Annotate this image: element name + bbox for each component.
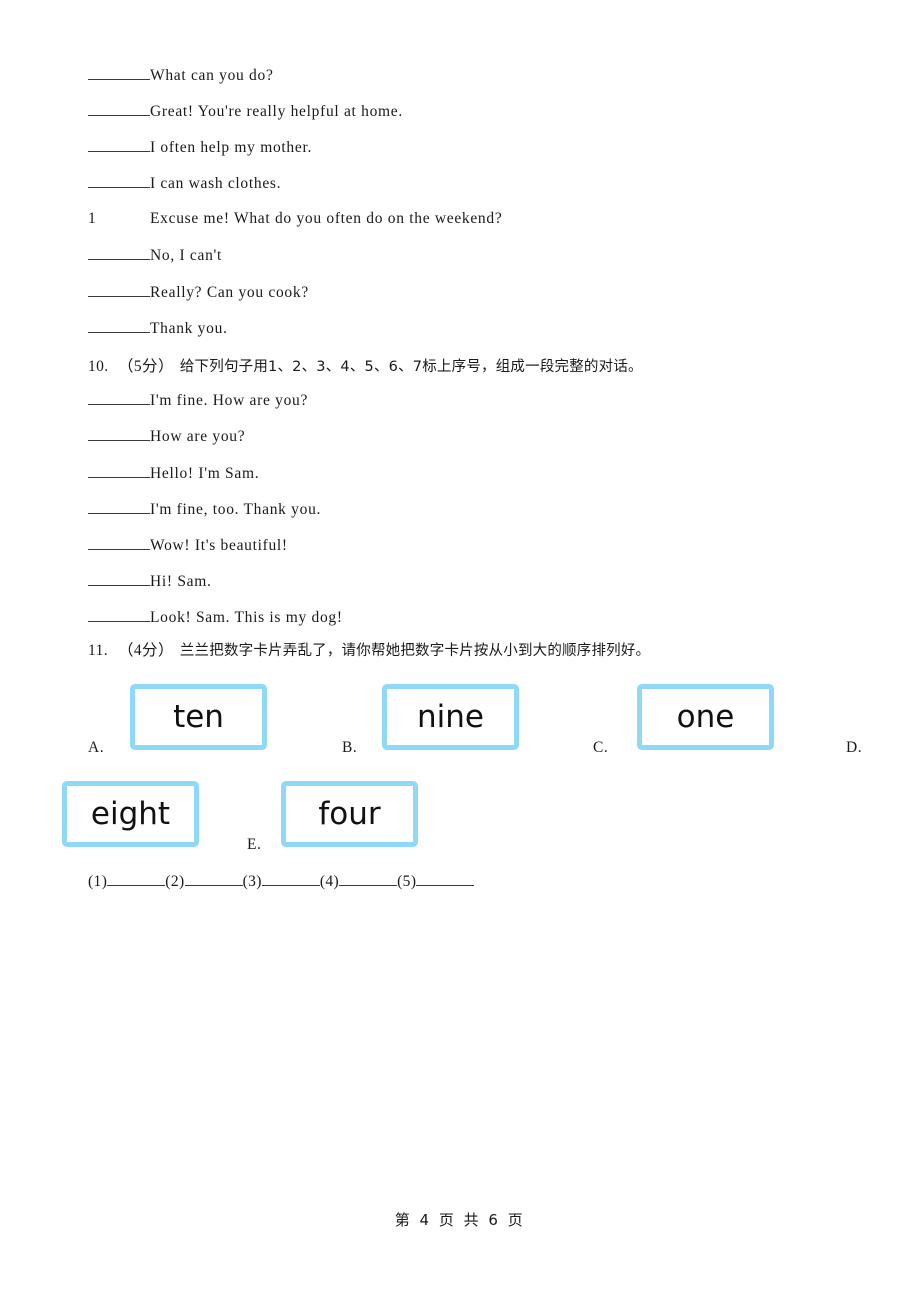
dialogue-text: Wow! It's beautiful! (150, 537, 288, 554)
answer-slot-blank[interactable] (107, 872, 166, 886)
question-score: （4分） (118, 642, 174, 659)
dialogue-line: Great! You're really helpful at home. (88, 102, 403, 121)
answer-slot-label: (2) (165, 873, 185, 890)
answer-slot-blank[interactable] (416, 872, 475, 886)
answer-blank[interactable] (88, 608, 150, 622)
option-letter: D. (846, 739, 863, 756)
answer-slot-blank[interactable] (261, 872, 320, 886)
option-letter: C. (593, 739, 609, 756)
dialogue-text: Really? Can you cook? (150, 284, 309, 301)
dialogue-line: I often help my mother. (88, 138, 312, 157)
dialogue-line: I'm fine, too. Thank you. (88, 500, 321, 519)
number-card-word: one (676, 698, 735, 735)
question-prompt: 给下列句子用1、2、3、4、5、6、7标上序号，组成一段完整的对话。 (179, 359, 643, 375)
dialogue-line: Wow! It's beautiful! (88, 536, 288, 555)
dialogue-text: I can wash clothes. (150, 175, 282, 192)
option-label-e: E. (247, 837, 261, 853)
option-letter: A. (88, 739, 105, 756)
dialogue-text: I'm fine, too. Thank you. (150, 501, 322, 518)
number-card-ten[interactable]: ten (130, 684, 267, 750)
dialogue-line: What can you do? (88, 66, 274, 85)
page-footer: 第 4 页 共 6 页 (394, 1211, 526, 1229)
question-prompt: 兰兰把数字卡片弄乱了，请你帮她把数字卡片按从小到大的顺序排列好。 (179, 643, 651, 659)
answer-blank[interactable] (88, 102, 150, 116)
answer-blank[interactable] (88, 138, 150, 152)
number-card-nine[interactable]: nine (382, 684, 519, 750)
number-card-word: eight (90, 795, 171, 832)
dialogue-line: Hi! Sam. (88, 572, 212, 591)
dialogue-text: I often help my mother. (150, 139, 313, 156)
dialogue-line: I can wash clothes. (88, 174, 281, 193)
answer-blank[interactable] (88, 572, 150, 586)
dialogue-text: Hi! Sam. (150, 573, 212, 590)
dialogue-line: Hello! I'm Sam. (88, 464, 259, 483)
dialogue-text: Thank you. (150, 320, 228, 337)
dialogue-line: Thank you. (88, 319, 228, 338)
question-10-header: 10. （5分） 给下列句子用1、2、3、4、5、6、7标上序号，组成一段完整的对话… (88, 357, 643, 377)
option-label-a: A. (88, 740, 104, 756)
exam-page: What can you do? Great! You're really he… (0, 0, 920, 1302)
answer-slot-label: (5) (397, 873, 417, 890)
question-number: 11. (88, 642, 108, 659)
dialogue-line: How are you? (88, 427, 245, 446)
dialogue-text: Look! Sam. This is my dog! (150, 609, 343, 626)
answer-slot-label: (1) (88, 873, 108, 890)
answer-slot-label: (4) (319, 873, 340, 890)
dialogue-text: No, I can't (150, 247, 223, 264)
answer-blank[interactable] (88, 500, 150, 514)
question-11-header: 11. （4分） 兰兰把数字卡片弄乱了，请你帮她把数字卡片按从小到大的顺序排列好。 (88, 641, 650, 661)
answer-slot-blank[interactable] (184, 872, 243, 886)
dialogue-line: No, I can't (88, 246, 222, 265)
number-card-word: ten (173, 698, 224, 735)
answer-blank[interactable] (88, 319, 150, 333)
option-letter: B. (342, 739, 358, 756)
option-label-c: C. (593, 740, 608, 756)
dialogue-line: Look! Sam. This is my dog! (88, 608, 343, 627)
answer-slot-label: (3) (242, 873, 262, 890)
number-card-word: four (318, 795, 381, 832)
answer-blank[interactable] (88, 283, 150, 297)
dialogue-text: Hello! I'm Sam. (150, 465, 260, 482)
answer-blank[interactable] (88, 391, 150, 405)
number-card-eight[interactable]: eight (62, 781, 199, 847)
answer-blank[interactable] (88, 464, 150, 478)
dialogue-text: What can you do? (150, 67, 274, 84)
dialogue-text: I'm fine. How are you? (150, 392, 309, 409)
ordering-answer-row: (1) (2) (3) (4) (5) (88, 872, 475, 891)
answer-blank[interactable] (88, 174, 150, 188)
question-number: 10. (88, 358, 109, 375)
answer-blank[interactable] (88, 427, 150, 441)
option-letter: E. (247, 836, 262, 853)
answer-blank[interactable] (88, 66, 150, 80)
dialogue-line: I'm fine. How are you? (88, 391, 308, 410)
number-card-word: nine (417, 698, 484, 735)
answer-blank[interactable] (88, 246, 150, 260)
dialogue-line-numbered: 1 Excuse me! What do you often do on the … (88, 210, 502, 228)
dialogue-text: How are you? (150, 428, 246, 445)
dialogue-line: Really? Can you cook? (88, 283, 309, 302)
number-card-one[interactable]: one (637, 684, 774, 750)
dialogue-text: Excuse me! What do you often do on the w… (150, 210, 503, 227)
dialogue-text: Great! You're really helpful at home. (150, 103, 403, 120)
answer-blank[interactable] (88, 536, 150, 550)
dialogue-order-number: 1 (88, 210, 97, 227)
option-label-d: D. (846, 740, 862, 756)
number-card-four[interactable]: four (281, 781, 418, 847)
option-label-b: B. (342, 740, 357, 756)
answer-slot-blank[interactable] (339, 872, 398, 886)
question-score: （5分） (118, 358, 174, 375)
